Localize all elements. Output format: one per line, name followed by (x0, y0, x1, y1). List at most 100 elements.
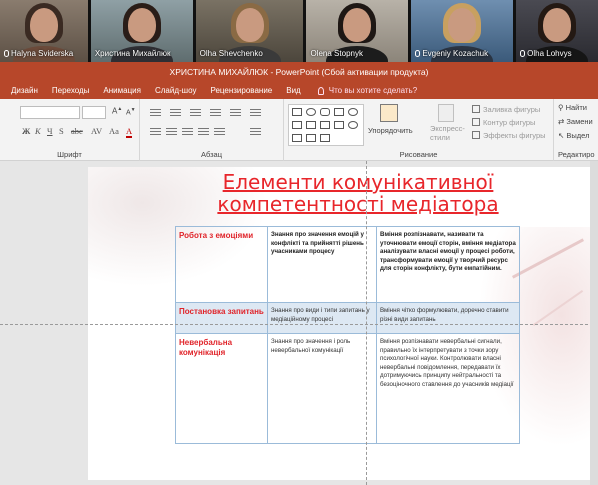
numbering-icon[interactable] (170, 109, 181, 116)
horizontal-guide[interactable] (0, 324, 598, 325)
participant-name: Evgeniy Kozachuk (422, 49, 489, 58)
decrease-indent-icon[interactable] (190, 109, 201, 116)
shape-effects-icon (472, 131, 480, 139)
tab-transitions[interactable]: Переходы (45, 82, 97, 99)
editing-group-label: Редактиро (558, 150, 595, 159)
face-shape (235, 8, 264, 42)
table-row: Невербальна комунікація Знання про значе… (175, 333, 520, 444)
text-direction-icon[interactable] (250, 128, 261, 135)
participant-tile[interactable]: Evgeniy Kozachuk (411, 0, 514, 62)
curve-shape-icon[interactable] (292, 134, 302, 142)
line-shape-icon[interactable] (334, 108, 344, 116)
italic-icon[interactable]: К (35, 126, 41, 136)
paren-shape-icon[interactable] (320, 134, 330, 142)
shrink-font-icon[interactable]: A▼ (126, 107, 136, 116)
font-size-combo[interactable] (82, 106, 106, 119)
select-label: Выдел (566, 131, 590, 140)
change-case-icon[interactable]: Aa (109, 126, 119, 136)
table-cell-knowledge[interactable]: Знання про значення емоцій у конфлікті т… (267, 226, 377, 303)
table-cell-skills[interactable]: Вміння розпізнавати невербальні сигнали,… (376, 333, 520, 444)
tab-animations[interactable]: Анимация (96, 82, 148, 99)
tell-me-text: Что вы хотите сделать? (328, 86, 418, 95)
participant-name: Halyna Sviderska (11, 49, 74, 58)
table-row: Постановка запитань Знання про види і ти… (175, 302, 520, 334)
vertical-guide[interactable] (366, 161, 367, 485)
font-name-combo[interactable] (20, 106, 80, 119)
rectangle-shape-icon[interactable] (292, 108, 302, 116)
align-center-icon[interactable] (166, 128, 177, 135)
face-shape (448, 8, 477, 42)
tab-view[interactable]: Вид (279, 82, 307, 99)
table-cell-label[interactable]: Невербальна комунікація (175, 333, 268, 444)
participant-name: Olha Lohvys (527, 49, 572, 58)
shadow-icon[interactable]: S (59, 126, 64, 136)
participant-name: Olha Shevchenko (199, 49, 263, 58)
mic-muted-icon (520, 50, 526, 57)
arrow-shape-icon[interactable] (306, 121, 316, 129)
window-title: ХРИСТИНА МИХАЙЛЮК - PowerPoint (Сбой акт… (0, 62, 598, 82)
table-cell-knowledge[interactable]: Знання про види і типи запитань у медіац… (267, 302, 377, 334)
shapes-gallery[interactable] (288, 104, 364, 146)
bold-icon[interactable]: Ж (22, 126, 30, 136)
justify-icon[interactable] (198, 128, 209, 135)
circle-shape-icon[interactable] (348, 108, 358, 116)
mic-muted-icon (4, 50, 9, 57)
bullets-icon[interactable] (150, 109, 161, 116)
bent-arrow-shape-icon[interactable] (306, 134, 316, 142)
tab-review[interactable]: Рецензирование (203, 82, 279, 99)
participant-tile[interactable]: Христина Михайлюк (90, 0, 193, 62)
align-right-icon[interactable] (182, 128, 193, 135)
search-icon: ⚲ (558, 103, 566, 112)
participant-tile[interactable]: Olena Stopnyk (306, 0, 409, 62)
tell-me-box[interactable]: Что вы хотите сделать? (308, 86, 417, 95)
competence-table[interactable]: Робота з емоціями Знання про значення ем… (175, 226, 520, 444)
shape-effects-label: Эффекты фигуры (483, 131, 546, 140)
align-left-icon[interactable] (150, 128, 161, 135)
participant-name: Христина Михайлюк (94, 49, 171, 58)
shape-outline-icon (472, 118, 480, 126)
participant-tile[interactable]: Olha Shevchenko (195, 0, 304, 62)
tab-slideshow[interactable]: Слайд-шоу (148, 82, 203, 99)
quick-styles-icon[interactable] (438, 104, 454, 122)
brace-shape-icon[interactable] (334, 121, 344, 129)
editing-group: ⚲ Найти ⇄ Замени ↖ Выдел Редактиро (554, 99, 598, 161)
slide-title[interactable]: Елементи комунікативної компетентності м… (148, 171, 568, 215)
oval-shape-icon[interactable] (306, 108, 316, 116)
font-color-icon[interactable]: A (126, 126, 133, 138)
table-row: Робота з емоціями Знання про значення ем… (175, 226, 520, 303)
star-shape-icon[interactable] (348, 121, 358, 129)
tab-design[interactable]: Дизайн (4, 82, 45, 99)
columns-icon[interactable] (250, 109, 261, 116)
paragraph-group-label: Абзац (200, 150, 223, 159)
increase-indent-icon[interactable] (210, 109, 221, 116)
grow-font-icon[interactable]: A▲ (112, 106, 122, 116)
find-label: Найти (565, 103, 587, 112)
replace-label: Замени (566, 117, 593, 126)
arrange-label[interactable]: Упорядочить (368, 126, 413, 135)
face-shape (543, 8, 572, 42)
char-spacing-icon[interactable]: AV (91, 126, 102, 136)
shape-fill-icon (472, 105, 480, 113)
table-cell-label[interactable]: Постановка запитань (175, 302, 268, 334)
line-spacing-icon[interactable] (230, 109, 241, 116)
paragraph-group: Абзац (140, 99, 284, 161)
table-cell-label[interactable]: Робота з емоціями (175, 226, 268, 303)
ribbon-tabs: Дизайн Переходы Анимация Слайд-шоу Рецен… (0, 82, 598, 99)
lightbulb-icon (317, 86, 324, 95)
screen: Halyna Sviderska Христина Михайлюк Olha … (0, 0, 598, 485)
quick-styles-label[interactable]: Экспресс- стили (430, 124, 465, 142)
bracket-shape-icon[interactable] (320, 121, 330, 129)
table-cell-skills[interactable]: Вміння чітко формулювати, доречно ставит… (376, 302, 520, 334)
triangle-shape-icon[interactable] (292, 121, 302, 129)
strikethrough-icon[interactable]: abc (71, 126, 83, 136)
participant-tile[interactable]: Olha Lohvys (516, 0, 598, 62)
vertical-scrollbar[interactable] (590, 161, 598, 485)
face-shape (127, 8, 156, 42)
arrange-icon[interactable] (380, 104, 398, 122)
table-cell-skills[interactable]: Вміння розпізнавати, називати та уточнюв… (376, 226, 520, 303)
distribute-icon[interactable] (214, 128, 225, 135)
underline-icon[interactable]: Ч (47, 126, 53, 136)
table-cell-knowledge[interactable]: Знання про значення і роль невербальної … (267, 333, 377, 444)
participant-tile[interactable]: Halyna Sviderska (0, 0, 88, 62)
rounded-rect-shape-icon[interactable] (320, 108, 330, 116)
